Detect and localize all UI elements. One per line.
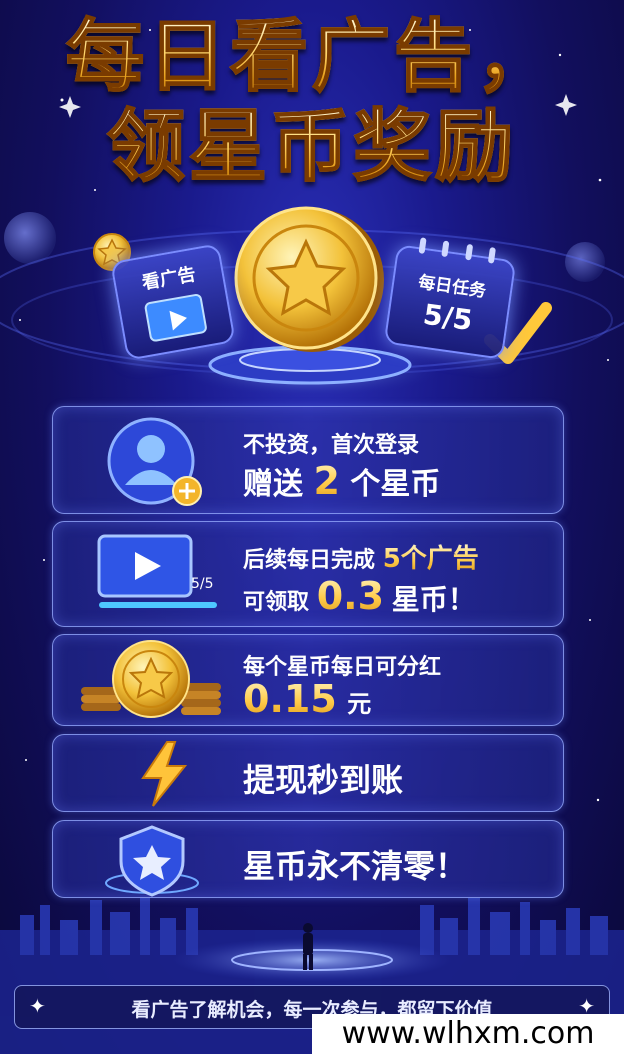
big-star-coin-icon bbox=[234, 206, 384, 352]
title-line-2: 领星币奖励 bbox=[0, 107, 624, 187]
row3-line2: 0.15 元 bbox=[243, 677, 371, 721]
title-line-1: 每日看广告， bbox=[0, 17, 624, 97]
row2-coin-amount: 0.3 bbox=[316, 574, 385, 618]
user-plus-icon bbox=[107, 417, 202, 506]
hero-graphic bbox=[93, 206, 552, 396]
hero-illustration: 看广告 每日任务 5/5 bbox=[0, 200, 624, 400]
row2-ad-count: 5个广告 bbox=[382, 544, 479, 574]
row2-line2: 可领取 0.3 星币！ bbox=[243, 574, 476, 618]
reward-row-first-login: 不投资，首次登录 赠送 2 个星币 bbox=[52, 406, 564, 514]
play-icon bbox=[143, 293, 208, 343]
shield-star-icon bbox=[105, 825, 199, 897]
row4-line1: 提现秒到账 bbox=[243, 761, 404, 799]
row3-line2-suffix: 元 bbox=[347, 690, 372, 718]
row2-line2-suffix: 星币！ bbox=[391, 583, 476, 616]
row1-line2: 赠送 2 个星币 bbox=[243, 459, 440, 503]
coin-stack-icon bbox=[81, 640, 221, 718]
reward-row-withdraw: 提现秒到账 bbox=[52, 734, 564, 812]
row3-dividend-amount: 0.15 bbox=[243, 677, 337, 721]
watermark: www.wlhxm.com bbox=[312, 1014, 624, 1054]
person-silhouette bbox=[303, 923, 313, 970]
row1-coin-count: 2 bbox=[313, 459, 340, 503]
row2-line1-prefix: 后续每日完成 bbox=[243, 548, 376, 573]
reward-row-dividend: 每个星币每日可分红 0.15 元 bbox=[52, 634, 564, 726]
reward-row-daily-ads: 5/5 后续每日完成 5个广告 可领取 0.3 星币！ bbox=[52, 521, 564, 627]
ad-card-label: 看广告 bbox=[140, 263, 198, 294]
row1-line1: 不投资，首次登录 bbox=[243, 433, 420, 458]
ad-card: 看广告 bbox=[110, 243, 236, 361]
row1-line2-prefix: 赠送 bbox=[243, 467, 303, 502]
daily-task-card: 每日任务 5/5 bbox=[383, 237, 517, 360]
row1-line2-suffix: 个星币 bbox=[350, 467, 441, 502]
row2-line2-prefix: 可领取 bbox=[243, 590, 310, 615]
lightning-icon bbox=[141, 741, 188, 807]
row2-line1: 后续每日完成 5个广告 bbox=[243, 538, 479, 575]
reward-row-never-expire: 星币永不清零！ bbox=[52, 820, 564, 898]
row5-line1: 星币永不清零！ bbox=[243, 847, 468, 885]
video-progress-label: 5/5 bbox=[191, 576, 214, 592]
